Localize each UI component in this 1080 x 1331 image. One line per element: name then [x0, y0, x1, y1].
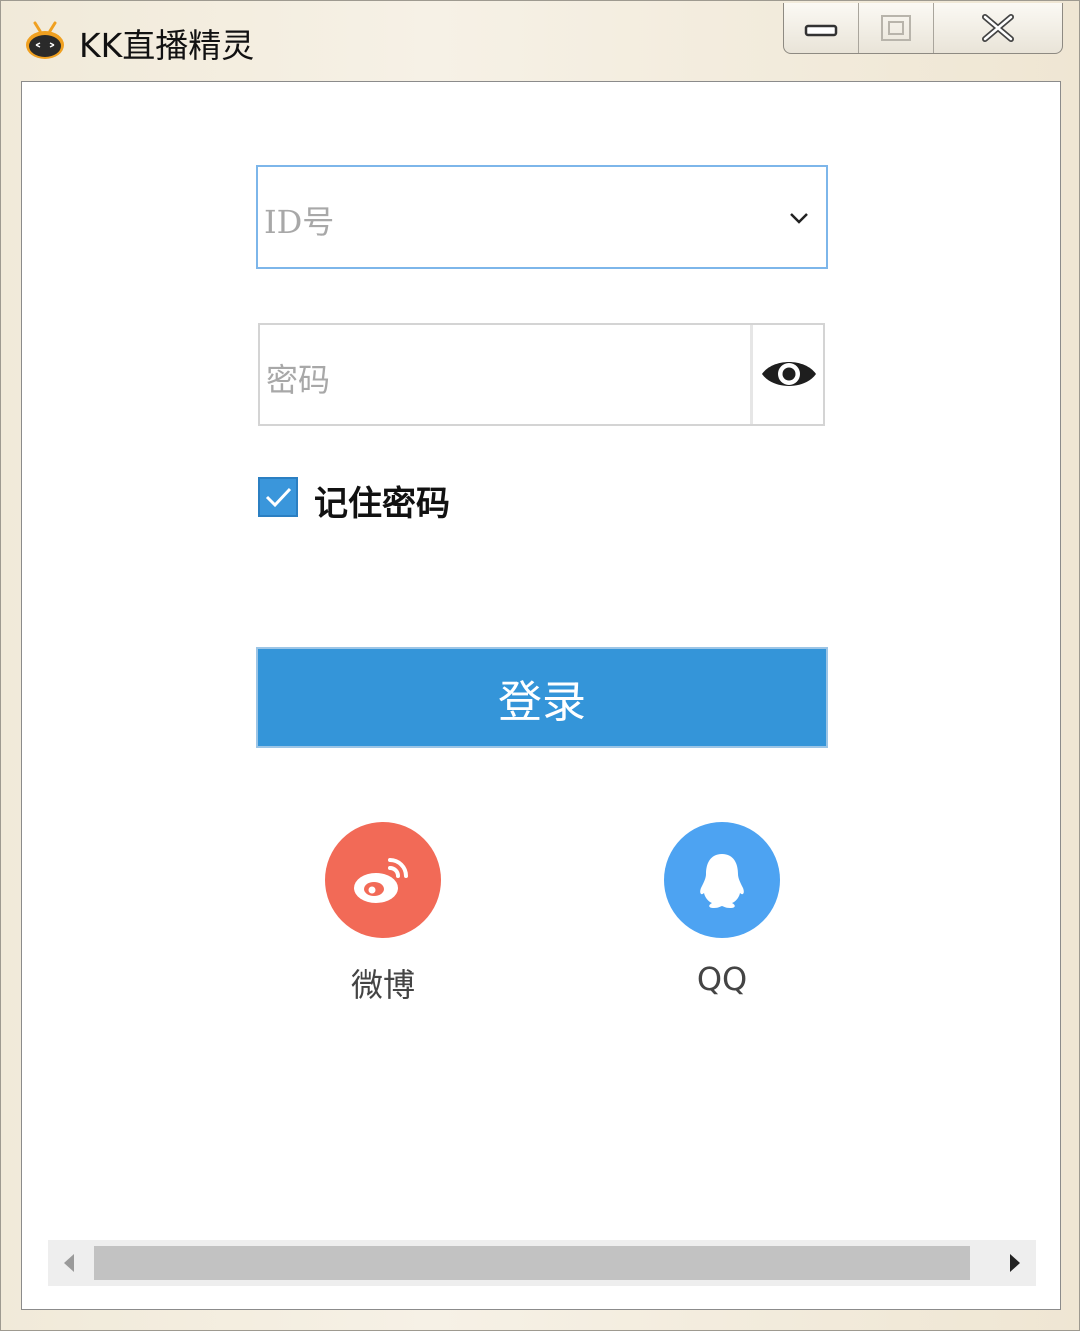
- scroll-thumb[interactable]: [94, 1246, 970, 1280]
- scroll-left-icon[interactable]: [62, 1252, 76, 1274]
- login-button[interactable]: 登录: [256, 647, 828, 748]
- window-controls: [783, 3, 1063, 54]
- qq-button[interactable]: [664, 822, 780, 938]
- qq-login[interactable]: QQ: [642, 822, 802, 998]
- horizontal-scrollbar[interactable]: [48, 1240, 1036, 1286]
- qq-icon: [700, 854, 744, 908]
- password-input[interactable]: 密码: [258, 323, 825, 426]
- id-input[interactable]: ID号: [256, 165, 828, 269]
- password-placeholder: 密码: [266, 361, 331, 399]
- weibo-login[interactable]: 微博: [303, 822, 463, 1006]
- maximize-button[interactable]: [859, 3, 934, 53]
- eye-icon[interactable]: [759, 353, 819, 395]
- close-button[interactable]: [934, 3, 1062, 53]
- login-panel: ID号 密码 记住密码 登录 微博 QQ: [21, 81, 1061, 1310]
- weibo-icon: [354, 858, 408, 903]
- title-bar[interactable]: KK直播精灵: [1, 1, 1080, 81]
- check-icon: [265, 487, 292, 508]
- minimize-icon: [804, 24, 838, 37]
- app-window: KK直播精灵 ID号 密码 记住密码 登录 微博 QQ: [0, 0, 1080, 1331]
- chevron-down-icon[interactable]: [788, 207, 810, 229]
- maximize-icon: [881, 15, 911, 41]
- password-divider: [750, 325, 753, 424]
- qq-label: QQ: [696, 960, 748, 998]
- window-title: KK直播精灵: [79, 26, 255, 65]
- weibo-label: 微博: [350, 966, 415, 1004]
- scroll-right-icon[interactable]: [1008, 1252, 1022, 1274]
- remember-label[interactable]: 记住密码: [314, 476, 450, 525]
- close-icon: [982, 14, 1014, 42]
- minimize-button[interactable]: [784, 3, 859, 53]
- id-placeholder: ID号: [264, 203, 335, 241]
- weibo-button[interactable]: [325, 822, 441, 938]
- app-logo-icon: [26, 21, 64, 59]
- remember-checkbox[interactable]: [258, 477, 298, 517]
